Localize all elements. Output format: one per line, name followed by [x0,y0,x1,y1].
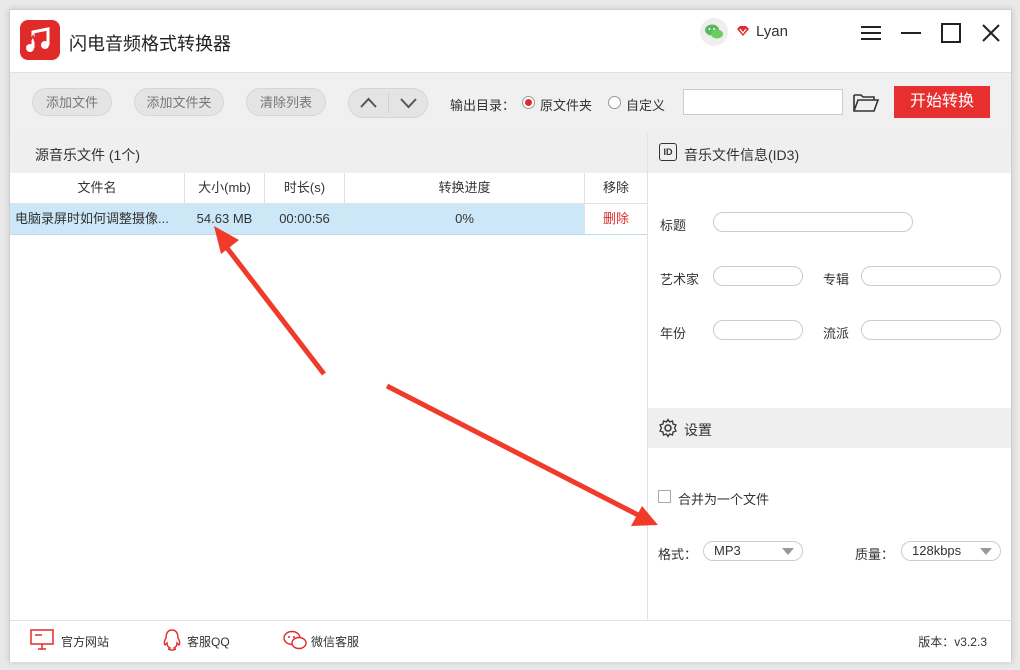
file-duration: 00:00:56 [265,204,345,234]
move-up-icon[interactable] [349,89,388,117]
footer: 官方网站 客服QQ 微信客服 版本：v3.2.3 [10,620,1011,662]
genre-input[interactable] [861,320,1001,340]
vip-diamond-icon [737,26,749,36]
radio-custom-folder[interactable] [608,96,621,109]
artist-input[interactable] [713,266,803,286]
app-title: 闪电音频格式转换器 [69,34,231,54]
wechat-support-icon[interactable] [282,629,308,651]
id3-title: 音乐文件信息(ID3) [684,147,800,163]
file-list-header: 源音乐文件 (1个) [10,133,647,173]
merge-checkbox[interactable] [658,490,671,503]
app-logo-icon [20,20,60,60]
id3-icon: ID [659,143,677,161]
file-list-panel: 源音乐文件 (1个) 文件名 大小(mb) 时长(s) 转换进度 移除 电脑录屏… [10,133,648,620]
column-filename[interactable]: 文件名 [10,173,185,203]
year-input[interactable] [713,320,803,340]
close-icon[interactable] [980,22,1002,44]
add-file-button[interactable]: 添加文件 [32,88,112,116]
maximize-icon[interactable] [940,22,962,44]
official-site-link[interactable]: 官方网站 [61,633,109,650]
file-size: 54.63 MB [185,204,265,234]
year-label: 年份 [660,326,687,341]
chevron-down-icon [980,548,992,555]
user-name[interactable]: Lyan [756,23,788,40]
start-convert-button[interactable]: 开始转换 [894,86,990,118]
title-label: 标题 [660,218,687,233]
output-dir-label: 输出目录： [450,98,516,113]
gear-icon [659,418,677,438]
support-qq-link[interactable]: 客服QQ [187,633,230,650]
table-row[interactable]: 电脑录屏时如何调整摄像... 54.63 MB 00:00:56 0% 删除 [10,204,647,235]
move-buttons [348,88,428,118]
radio-original-folder[interactable] [522,96,535,109]
output-path-input[interactable] [683,89,843,115]
column-size[interactable]: 大小(mb) [185,173,265,203]
table-header: 文件名 大小(mb) 时长(s) 转换进度 移除 [10,173,647,204]
id3-header: ID 音乐文件信息(ID3) [648,133,1011,173]
format-value: MP3 [714,543,741,558]
move-down-icon[interactable] [389,89,428,117]
format-label: 格式： [658,547,698,562]
quality-select[interactable]: 128kbps [901,541,1001,561]
radio-original-label[interactable]: 原文件夹 [540,95,592,114]
minimize-icon[interactable] [900,22,922,44]
file-list-title: 源音乐文件 (1个) [35,147,140,163]
quality-value: 128kbps [912,543,962,558]
genre-label: 流派 [823,326,850,341]
delete-link[interactable]: 删除 [585,204,647,234]
column-duration[interactable]: 时长(s) [265,173,345,203]
menu-icon[interactable] [860,22,882,44]
merge-label[interactable]: 合并为一个文件 [678,489,769,508]
wechat-icon[interactable] [700,18,728,46]
file-name: 电脑录屏时如何调整摄像... [10,204,185,234]
settings-title: 设置 [684,422,712,438]
quality-label: 质量： [855,547,895,562]
format-select[interactable]: MP3 [703,541,803,561]
album-label: 专辑 [823,272,850,287]
monitor-icon[interactable] [30,629,54,651]
version-label: 版本：v3.2.3 [918,635,987,649]
album-input[interactable] [861,266,1001,286]
column-remove[interactable]: 移除 [585,173,647,203]
file-progress: 0% [345,204,585,234]
open-folder-icon[interactable] [852,91,880,113]
add-folder-button[interactable]: 添加文件夹 [134,88,224,116]
column-progress[interactable]: 转换进度 [345,173,585,203]
qq-icon[interactable] [162,629,182,651]
chevron-down-icon [782,548,794,555]
app-window: 闪电音频格式转换器 Lyan 添加文件 添加文件夹 清除列表 输出目录： 原文件… [9,9,1012,662]
clear-list-button[interactable]: 清除列表 [246,88,326,116]
title-bar: 闪电音频格式转换器 Lyan [10,10,1011,72]
title-input[interactable] [713,212,913,232]
info-panel: ID 音乐文件信息(ID3) 标题 艺术家 专辑 年份 流派 设置 合并为一个文… [648,133,1011,620]
settings-header: 设置 [648,408,1011,448]
wechat-support-link[interactable]: 微信客服 [311,633,359,650]
artist-label: 艺术家 [660,272,700,287]
radio-custom-label[interactable]: 自定义 [626,95,665,114]
toolbar: 添加文件 添加文件夹 清除列表 输出目录： 原文件夹 自定义 开始转换 [10,72,1011,134]
